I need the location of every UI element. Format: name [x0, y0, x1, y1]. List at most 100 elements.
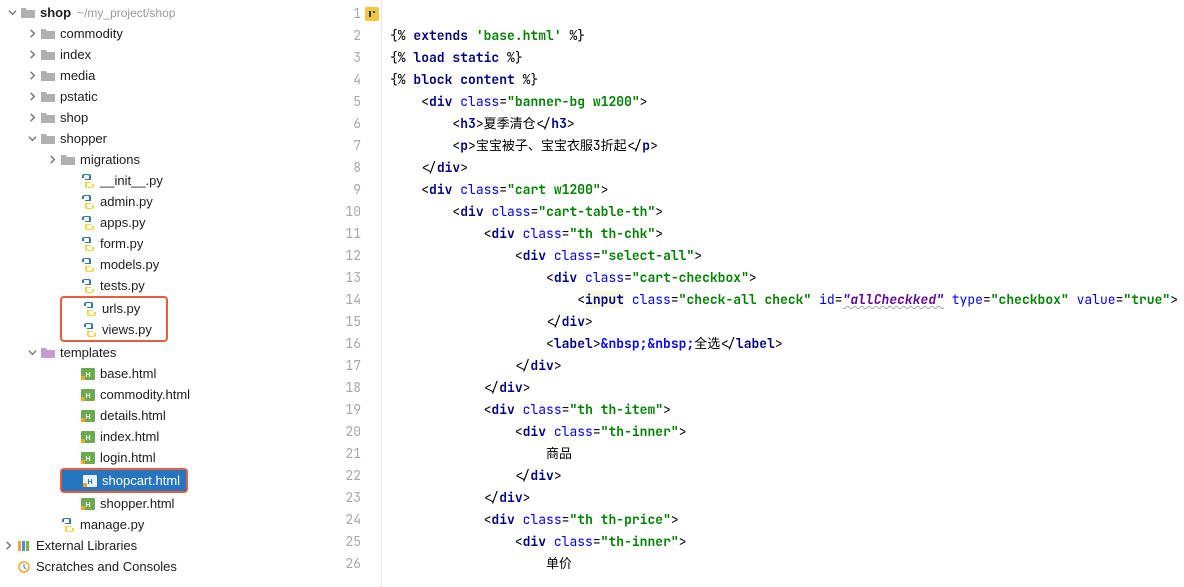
code-line[interactable]: <div class="th th-item"> [390, 399, 1184, 421]
gutter-line[interactable]: 18 [318, 377, 381, 399]
gutter-line[interactable]: 12 [318, 245, 381, 267]
code-line[interactable]: <div class="th-inner"> [390, 421, 1184, 443]
chevron-down-icon[interactable] [24, 131, 40, 147]
code-line[interactable]: </div> [390, 311, 1184, 333]
code-line[interactable]: <div class="th th-price"> [390, 509, 1184, 531]
code-line[interactable]: 商品 [390, 443, 1184, 465]
tree-file[interactable]: Hbase.html [0, 363, 318, 384]
tree-folder[interactable]: commodity [0, 23, 318, 44]
code-line[interactable]: {% load static %} [390, 47, 1184, 69]
tree-folder[interactable]: templates [0, 342, 318, 363]
gutter-line[interactable]: 13 [318, 267, 381, 289]
scratches-consoles[interactable]: Scratches and Consoles [0, 556, 318, 577]
chevron-down-icon[interactable] [24, 345, 40, 361]
tree-file[interactable]: manage.py [0, 514, 318, 535]
external-libraries[interactable]: External Libraries [0, 535, 318, 556]
tree-file[interactable]: Hdetails.html [0, 405, 318, 426]
code-line[interactable]: </div> [390, 465, 1184, 487]
code-line[interactable]: <div class="banner-bg w1200"> [390, 91, 1184, 113]
highlighted-box: urls.pyviews.py [60, 296, 168, 342]
python-icon [60, 517, 76, 533]
folder-icon [60, 152, 76, 168]
code-line[interactable]: <div class="cart-checkbox"> [390, 267, 1184, 289]
chevron-right-icon[interactable] [44, 152, 60, 168]
tree-file[interactable]: Hcommodity.html [0, 384, 318, 405]
gutter-line[interactable]: 7 [318, 135, 381, 157]
gutter-line[interactable]: 16 [318, 333, 381, 355]
tree-folder[interactable]: shopper [0, 128, 318, 149]
code-line[interactable]: <p>宝宝被子、宝宝衣服3折起</p> [390, 135, 1184, 157]
code-line[interactable]: <input class="check-all check" id="allCh… [390, 289, 1184, 311]
code-line[interactable]: {% extends 'base.html' %} [390, 25, 1184, 47]
gutter-line[interactable]: 21 [318, 443, 381, 465]
chevron-right-icon[interactable] [24, 47, 40, 63]
gutter-line[interactable]: 10 [318, 201, 381, 223]
tree-file[interactable]: tests.py [0, 275, 318, 296]
gutter-line[interactable]: 15 [318, 311, 381, 333]
tree-file[interactable]: Hshopper.html [0, 493, 318, 514]
tree-file[interactable]: Hindex.html [0, 426, 318, 447]
chevron-right-icon[interactable] [24, 68, 40, 84]
tree-file[interactable]: admin.py [0, 191, 318, 212]
gutter-line[interactable]: 8 [318, 157, 381, 179]
gutter-line[interactable]: 9 [318, 179, 381, 201]
code-editor[interactable]: 1234567891011121314151617181920212223242… [318, 0, 1184, 587]
code-line[interactable]: <div class="cart w1200"> [390, 179, 1184, 201]
chevron-right-icon[interactable] [0, 538, 16, 554]
gutter-line[interactable]: 24 [318, 509, 381, 531]
code-line[interactable]: </div> [390, 355, 1184, 377]
chevron-down-icon[interactable] [4, 5, 20, 21]
gutter-line[interactable]: 14 [318, 289, 381, 311]
tree-root[interactable]: shop ~/my_project/shop [0, 2, 318, 23]
gutter-line[interactable]: 23 [318, 487, 381, 509]
tree-folder[interactable]: pstatic [0, 86, 318, 107]
code-line[interactable]: {% block content %} [390, 69, 1184, 91]
gutter-line[interactable]: 20 [318, 421, 381, 443]
tree-file[interactable]: apps.py [0, 212, 318, 233]
gutter-line[interactable]: 17 [318, 355, 381, 377]
tree-folder[interactable]: shop [0, 107, 318, 128]
tree-folder[interactable]: index [0, 44, 318, 65]
gutter-line[interactable]: 25 [318, 531, 381, 553]
gutter-line[interactable]: 4 [318, 69, 381, 91]
tree-file[interactable]: urls.py [62, 298, 166, 319]
tree-file[interactable]: Hshopcart.html [62, 470, 186, 491]
svg-text:H: H [85, 435, 90, 442]
code-line[interactable]: <div class="cart-table-th"> [390, 201, 1184, 223]
chevron-right-icon[interactable] [24, 89, 40, 105]
code-line[interactable]: <div class="select-all"> [390, 245, 1184, 267]
code-line[interactable]: 单价 [390, 553, 1184, 575]
gutter-line[interactable]: 26 [318, 553, 381, 575]
gutter-line[interactable]: 3 [318, 47, 381, 69]
gutter-line[interactable]: 19 [318, 399, 381, 421]
tree-folder[interactable]: media [0, 65, 318, 86]
gutter-line[interactable]: 5 [318, 91, 381, 113]
chevron-right-icon[interactable] [24, 26, 40, 42]
gutter-line[interactable]: 2 [318, 25, 381, 47]
tree-file[interactable]: form.py [0, 233, 318, 254]
project-tree[interactable]: shop ~/my_project/shop commodityindexmed… [0, 0, 318, 587]
tree-file[interactable]: models.py [0, 254, 318, 275]
tree-file[interactable]: Hlogin.html [0, 447, 318, 468]
chevron-right-icon[interactable] [24, 110, 40, 126]
gutter-line[interactable]: 1 [318, 3, 381, 25]
code-line[interactable]: </div> [390, 487, 1184, 509]
code-line[interactable]: </div> [390, 377, 1184, 399]
gutter-line[interactable]: 11 [318, 223, 381, 245]
code-line[interactable]: <div class="th th-chk"> [390, 223, 1184, 245]
code-area[interactable]: {% extends 'base.html' %}{% load static … [382, 0, 1184, 587]
code-line[interactable] [390, 3, 1184, 25]
tree-file[interactable]: views.py [62, 319, 166, 340]
tree-file[interactable]: __init__.py [0, 170, 318, 191]
gutter: 1234567891011121314151617181920212223242… [318, 0, 382, 587]
svg-text:H: H [85, 372, 90, 379]
tree-label: shopper [60, 131, 107, 146]
gutter-line[interactable]: 6 [318, 113, 381, 135]
tree-folder[interactable]: migrations [0, 149, 318, 170]
code-line[interactable]: </div> [390, 157, 1184, 179]
code-line[interactable]: <h3>夏季清仓</h3> [390, 113, 1184, 135]
library-icon [16, 538, 32, 554]
code-line[interactable]: <label>&nbsp;&nbsp;全选</label> [390, 333, 1184, 355]
gutter-line[interactable]: 22 [318, 465, 381, 487]
code-line[interactable]: <div class="th-inner"> [390, 531, 1184, 553]
